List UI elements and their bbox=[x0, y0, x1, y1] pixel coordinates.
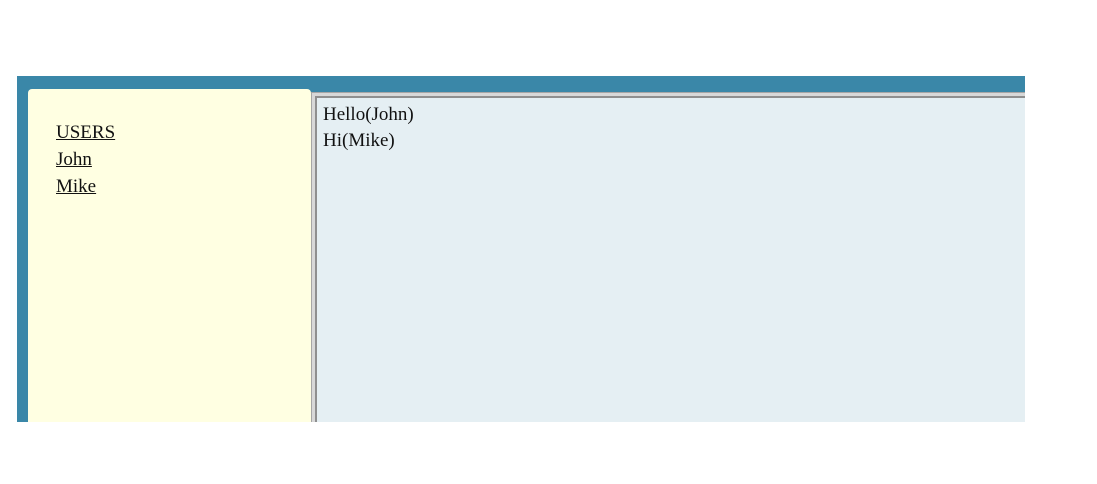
users-header-item: USERS bbox=[56, 119, 115, 146]
message-line: Hello(John) bbox=[323, 104, 414, 125]
users-header-link[interactable]: USERS bbox=[56, 122, 115, 143]
chat-frame: USERS John Mike Hello(John) Hi(Mike) bbox=[17, 76, 1025, 422]
message-pane[interactable]: Hello(John) Hi(Mike) bbox=[315, 96, 1025, 422]
user-list: USERS John Mike bbox=[56, 119, 115, 200]
user-link-john[interactable]: John bbox=[56, 149, 92, 170]
user-link-mike[interactable]: Mike bbox=[56, 176, 96, 197]
message-line: Hi(Mike) bbox=[323, 130, 395, 151]
page: USERS John Mike Hello(John) Hi(Mike) bbox=[0, 0, 1097, 484]
message-panel-border: Hello(John) Hi(Mike) bbox=[311, 92, 1025, 422]
user-list-item: John bbox=[56, 146, 115, 173]
users-sidebar: USERS John Mike bbox=[28, 89, 311, 422]
user-list-item: Mike bbox=[56, 173, 115, 200]
